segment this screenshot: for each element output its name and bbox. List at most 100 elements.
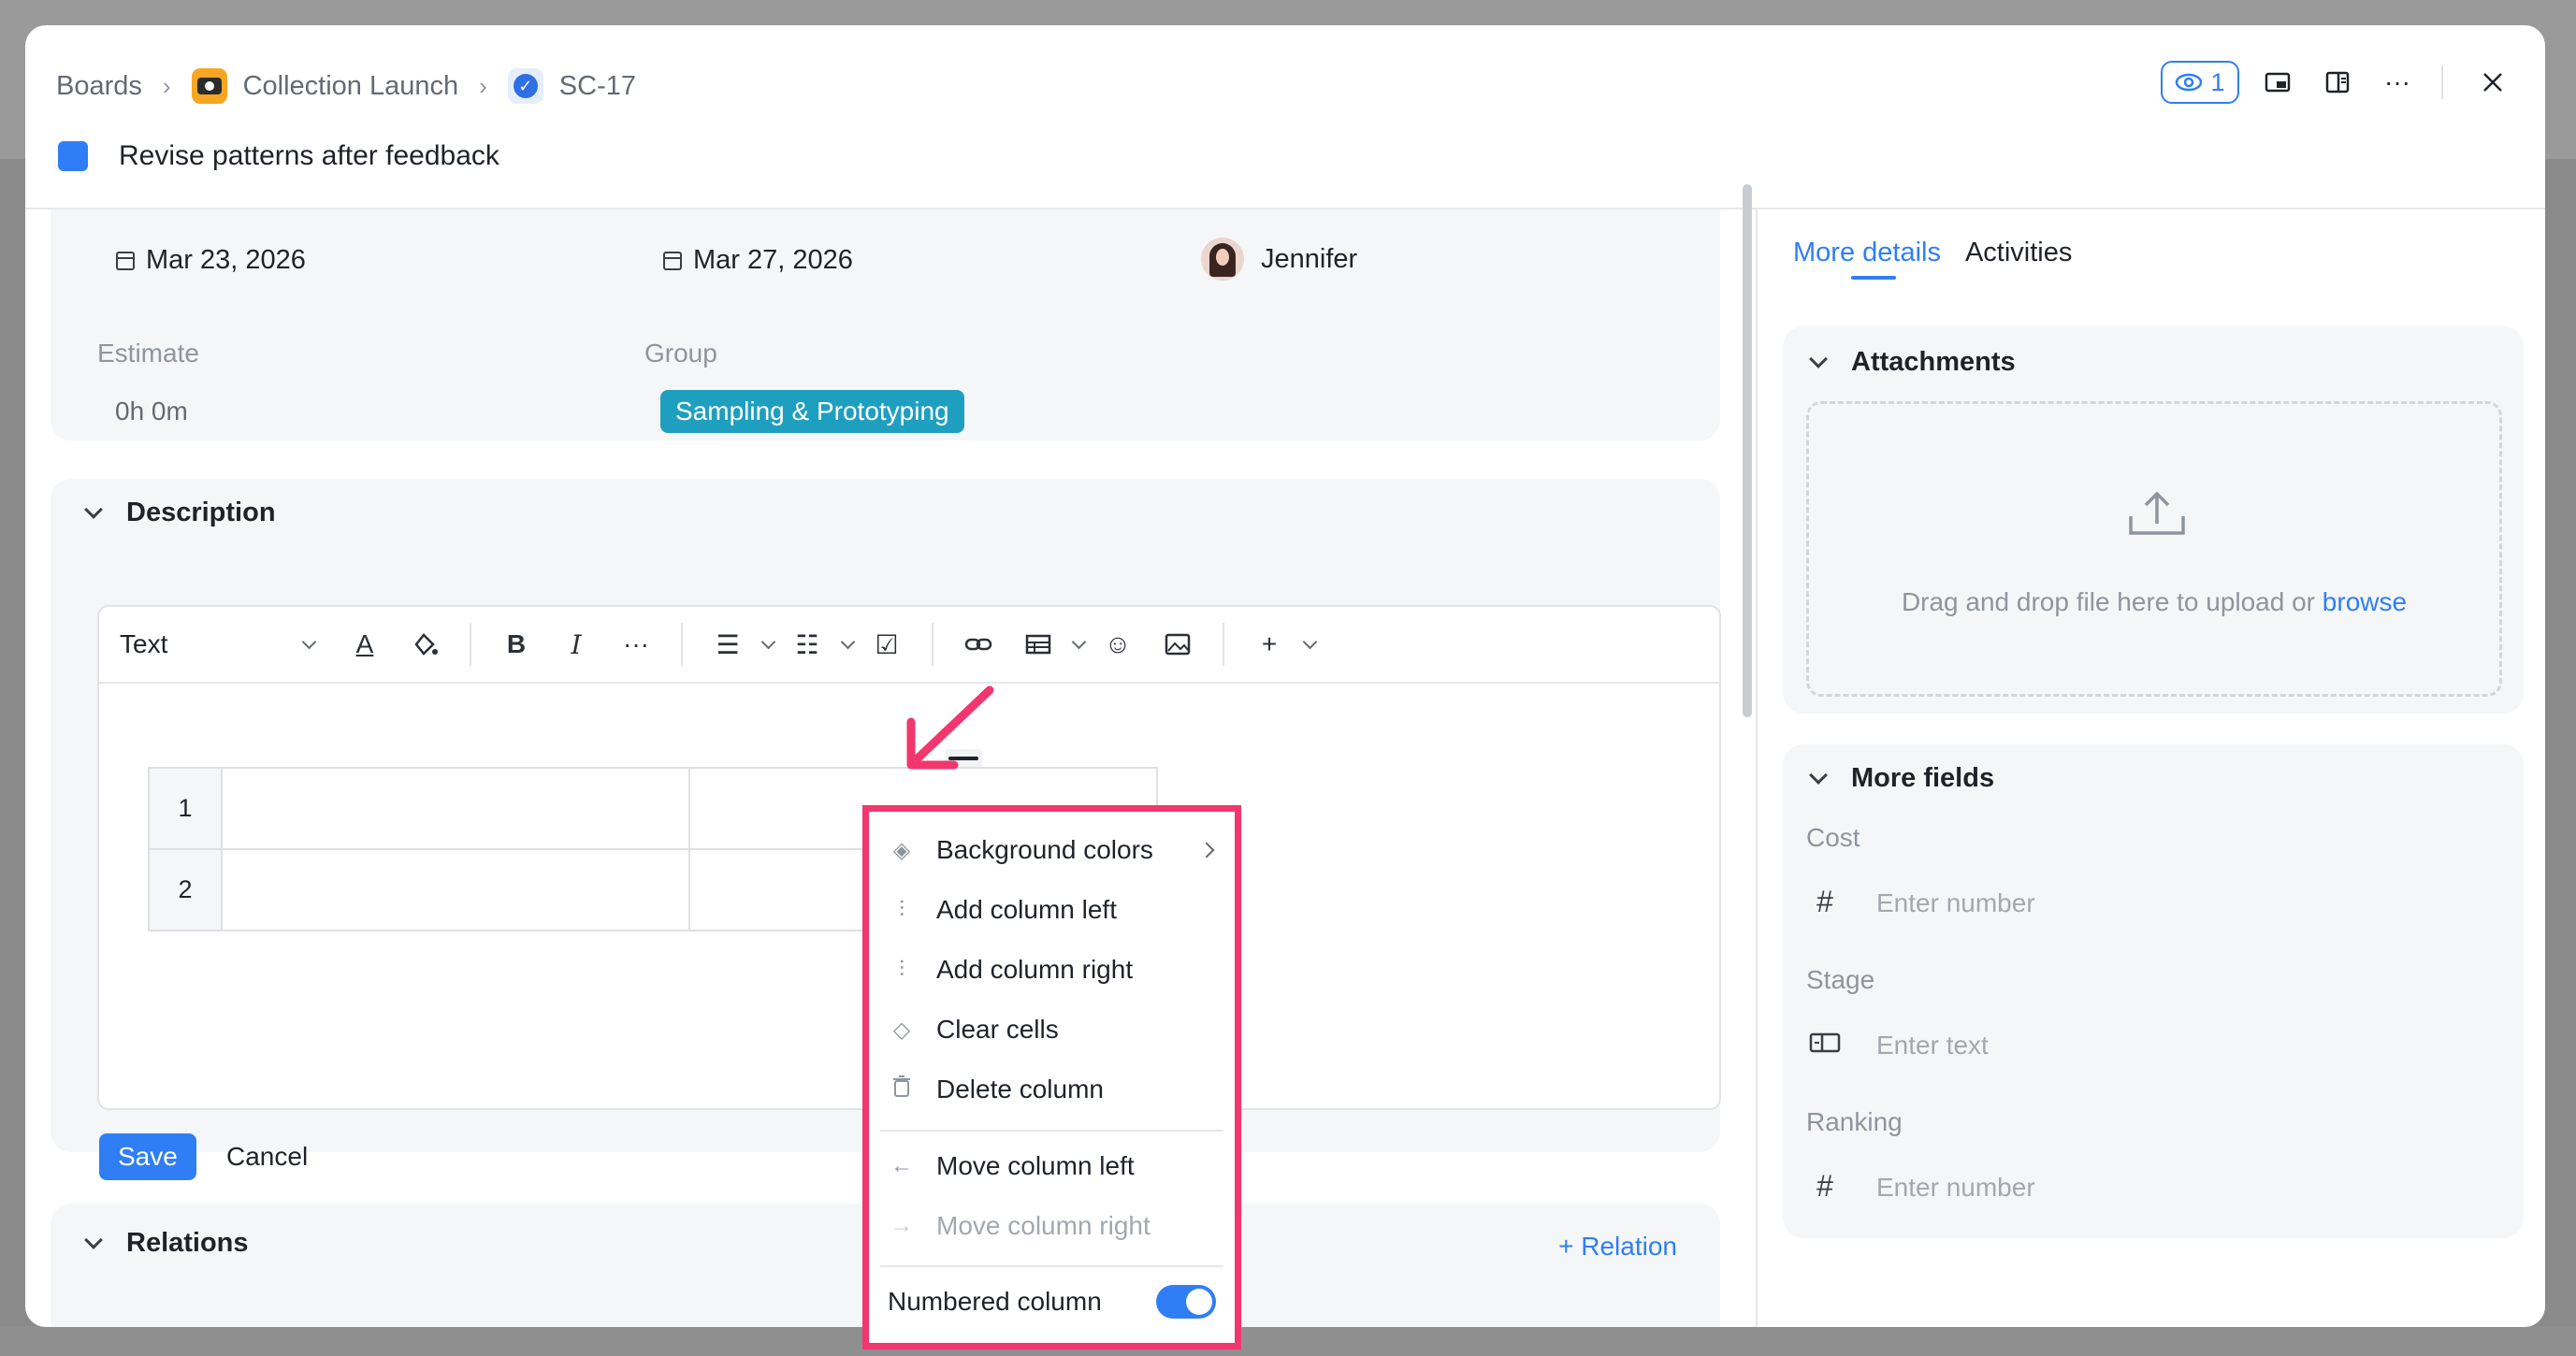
attachments-header[interactable]: Attachments: [1806, 347, 2016, 378]
table-cell[interactable]: [221, 848, 690, 931]
more-fields-card: More fields Cost # Enter number Stage En…: [1783, 744, 2524, 1238]
tab-more-details[interactable]: More details: [1793, 238, 1941, 280]
add-relation-button[interactable]: + Relation: [1558, 1232, 1677, 1262]
chevron-right-icon: ›: [479, 71, 487, 100]
dropzone-text: Drag and drop file here to upload or bro…: [1809, 587, 2499, 617]
menu-item-label: Delete column: [936, 1075, 1104, 1104]
add-column-left-icon: ⫶: [899, 897, 904, 922]
details-card: Mar 23, 2026 Mar 27, 2026 Jennifer Estim…: [51, 209, 1720, 440]
menu-item-add-column-right[interactable]: ⫶ Add column right: [869, 940, 1235, 1000]
close-button[interactable]: [2471, 61, 2514, 104]
hash-icon: #: [1816, 885, 1833, 918]
attachments-heading: Attachments: [1851, 347, 2016, 377]
arrow-right-icon: →: [890, 1213, 913, 1238]
plus-icon[interactable]: +: [1249, 624, 1290, 665]
row-number: 1: [148, 767, 223, 850]
save-button[interactable]: Save: [99, 1133, 196, 1180]
emoji-icon[interactable]: ☺: [1097, 624, 1138, 665]
side-panel-icon: [2325, 71, 2350, 94]
group-tag[interactable]: Sampling & Prototyping: [660, 390, 964, 433]
toolbar-divider: [681, 623, 683, 666]
chevron-down-icon: [1809, 349, 1828, 368]
menu-item-clear-cells[interactable]: ◇ Clear cells: [869, 1000, 1235, 1060]
menu-item-add-column-left[interactable]: ⫶ Add column left: [869, 880, 1235, 940]
attachments-card: Attachments Drag and drop file here to u…: [1783, 326, 2524, 714]
text-style-dropdown[interactable]: Text: [120, 629, 335, 659]
breadcrumb-task-id[interactable]: SC-17: [559, 71, 636, 102]
table-icon[interactable]: [1018, 624, 1059, 665]
chevron-down-icon: [1809, 765, 1828, 785]
checklist-icon[interactable]: ☑: [866, 624, 907, 665]
menu-item-numbered-column[interactable]: Numbered column: [869, 1272, 1235, 1332]
toolbar-divider: [1223, 623, 1224, 666]
menu-item-label: Move column right: [936, 1211, 1151, 1240]
cancel-button[interactable]: Cancel: [226, 1133, 308, 1180]
more-options-button[interactable]: ···: [2376, 61, 2419, 104]
scrollbar[interactable]: [1743, 184, 1752, 717]
bold-icon[interactable]: B: [496, 624, 537, 665]
assignee-name: Jennifer: [1261, 243, 1358, 274]
browse-link[interactable]: browse: [2323, 587, 2407, 616]
breadcrumb-boards[interactable]: Boards: [56, 71, 142, 102]
description-header[interactable]: Description: [81, 498, 276, 528]
chevron-down-icon: [84, 1230, 103, 1249]
watchers-button[interactable]: 1: [2161, 61, 2239, 104]
tab-activities[interactable]: Activities: [1965, 238, 2072, 280]
annotation-arrow-icon: [906, 685, 994, 770]
breadcrumb-project[interactable]: Collection Launch: [243, 71, 459, 102]
header-divider: [2441, 65, 2443, 99]
stage-label: Stage: [1806, 965, 1875, 994]
menu-divider: [880, 1265, 1223, 1267]
more-icon[interactable]: ···: [615, 624, 657, 665]
chevron-down-icon[interactable]: [1071, 634, 1087, 649]
pip-icon: [2265, 72, 2291, 93]
chevron-right-icon: [1198, 842, 1215, 858]
menu-item-delete-column[interactable]: Delete column: [869, 1060, 1235, 1119]
chevron-down-icon[interactable]: [840, 634, 856, 649]
project-camera-icon: [191, 68, 227, 104]
menu-item-move-column-right: → Move column right: [869, 1196, 1235, 1256]
more-horizontal-icon: ···: [2384, 67, 2410, 96]
numbered-list-icon[interactable]: ☷: [787, 624, 828, 665]
image-icon[interactable]: [1157, 624, 1198, 665]
file-dropzone[interactable]: Drag and drop file here to upload or bro…: [1806, 401, 2502, 697]
toolbar-divider: [932, 623, 933, 666]
relations-header[interactable]: Relations: [81, 1228, 249, 1259]
editor-toolbar: Text A B I ··· ☰ ☷ ☑ ☺ +: [99, 607, 1719, 684]
link-icon[interactable]: [958, 624, 999, 665]
assignee[interactable]: Jennifer: [1201, 238, 1357, 281]
avatar: [1201, 238, 1244, 281]
menu-item-background-colors[interactable]: ◈ Background colors: [869, 820, 1235, 880]
more-fields-header[interactable]: More fields: [1806, 763, 1994, 794]
toolbar-divider: [470, 623, 471, 666]
watchers-count: 1: [2210, 67, 2225, 96]
italic-icon[interactable]: I: [556, 624, 597, 665]
upload-icon: [2129, 491, 2185, 535]
table-cell[interactable]: [221, 767, 690, 850]
chevron-right-icon: ›: [162, 71, 171, 100]
task-title[interactable]: Revise patterns after feedback: [119, 140, 499, 172]
text-color-icon[interactable]: A: [344, 624, 385, 665]
cost-input[interactable]: Enter number: [1876, 888, 2035, 918]
task-color-square[interactable]: [58, 141, 88, 171]
details-sidebar: More details Activities Attachments Drag…: [1758, 209, 2545, 1327]
chevron-down-icon[interactable]: [760, 634, 776, 649]
menu-item-label: Clear cells: [936, 1015, 1059, 1044]
numbered-column-toggle[interactable]: [1156, 1285, 1216, 1319]
menu-item-label: Numbered column: [888, 1287, 1102, 1316]
calendar-icon: [663, 251, 682, 270]
chevron-down-icon[interactable]: [1302, 634, 1318, 649]
ranking-input[interactable]: Enter number: [1876, 1173, 2035, 1203]
text-style-label: Text: [120, 629, 168, 658]
menu-item-move-column-left[interactable]: ← Move column left: [869, 1136, 1235, 1196]
eye-icon: [2176, 73, 2203, 92]
breadcrumb: Boards › Collection Launch › ✓ SC-17: [56, 65, 636, 108]
start-date[interactable]: Mar 23, 2026: [116, 245, 306, 276]
stage-input[interactable]: Enter text: [1876, 1031, 1989, 1060]
picture-in-picture-button[interactable]: [2256, 61, 2299, 104]
bullet-list-icon[interactable]: ☰: [707, 624, 748, 665]
side-panel-button[interactable]: [2316, 61, 2359, 104]
estimate-value[interactable]: 0h 0m: [115, 397, 188, 426]
due-date[interactable]: Mar 27, 2026: [663, 245, 853, 276]
highlight-icon[interactable]: [404, 624, 445, 665]
